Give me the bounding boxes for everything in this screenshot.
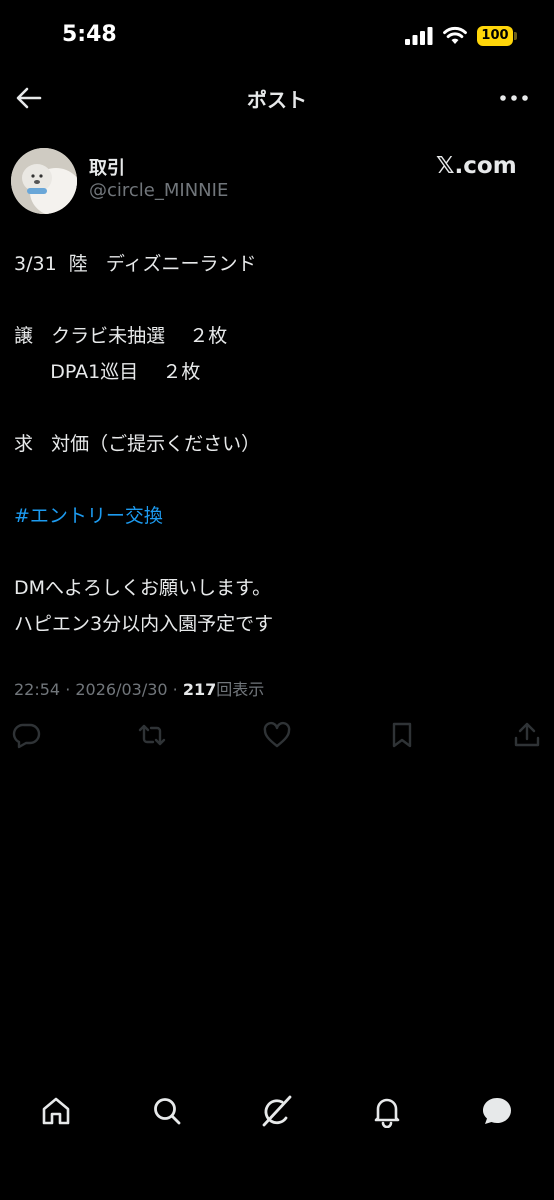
post-header: ポスト: [0, 70, 554, 126]
x-logo-label: 𝕏.com: [436, 153, 517, 179]
post-action-bar: [0, 720, 554, 752]
status-bar: 5:48 100: [0, 0, 554, 70]
avatar[interactable]: [11, 148, 77, 214]
battery-level: 100: [481, 28, 509, 43]
wifi-icon: [443, 26, 467, 44]
author-name[interactable]: 取引: [89, 154, 125, 180]
post-line-date: 3/31 陸 ディズニーランド: [14, 253, 257, 275]
bookmark-icon[interactable]: [387, 720, 417, 750]
reply-icon[interactable]: [12, 720, 42, 750]
messages-icon[interactable]: [480, 1094, 514, 1128]
post-text: 3/31 陸 ディズニーランド 譲 クラビ未抽選 ２枚 DPA1巡目 ２枚 求 …: [14, 246, 544, 642]
search-icon[interactable]: [150, 1094, 184, 1128]
more-horizontal-icon[interactable]: [498, 88, 530, 108]
bottom-nav: [0, 1094, 554, 1140]
status-time: 5:48: [62, 22, 117, 47]
page-title: ポスト: [247, 88, 307, 112]
post-meta: 22:54 · 2026/03/30 · 217回表示: [14, 676, 264, 700]
notifications-icon[interactable]: [370, 1094, 404, 1128]
share-icon[interactable]: [512, 720, 542, 750]
post-line-offer-2: DPA1巡目 ２枚: [14, 361, 201, 383]
author-handle[interactable]: @circle_MINNIE: [89, 180, 228, 201]
home-icon[interactable]: [39, 1094, 73, 1128]
post-line-request: 求 対価（ご提示ください）: [14, 433, 261, 455]
view-count: 217: [182, 680, 217, 699]
view-count-label: 回表示: [216, 680, 265, 699]
grok-icon[interactable]: [260, 1094, 294, 1128]
like-icon[interactable]: [262, 720, 292, 750]
cellular-signal-icon: [405, 27, 433, 45]
post-line-offer-1: 譲 クラビ未抽選 ２枚: [14, 325, 228, 347]
battery-icon: 100: [477, 26, 517, 46]
repost-icon[interactable]: [137, 720, 167, 750]
post-line-dm: DMへよろしくお願いします。: [14, 577, 272, 599]
hashtag-link[interactable]: #エントリー交換: [14, 498, 544, 534]
post-timestamp[interactable]: 22:54 · 2026/03/30 ·: [14, 680, 183, 699]
post-line-entry: ハピエン3分以内入園予定です: [14, 613, 274, 635]
